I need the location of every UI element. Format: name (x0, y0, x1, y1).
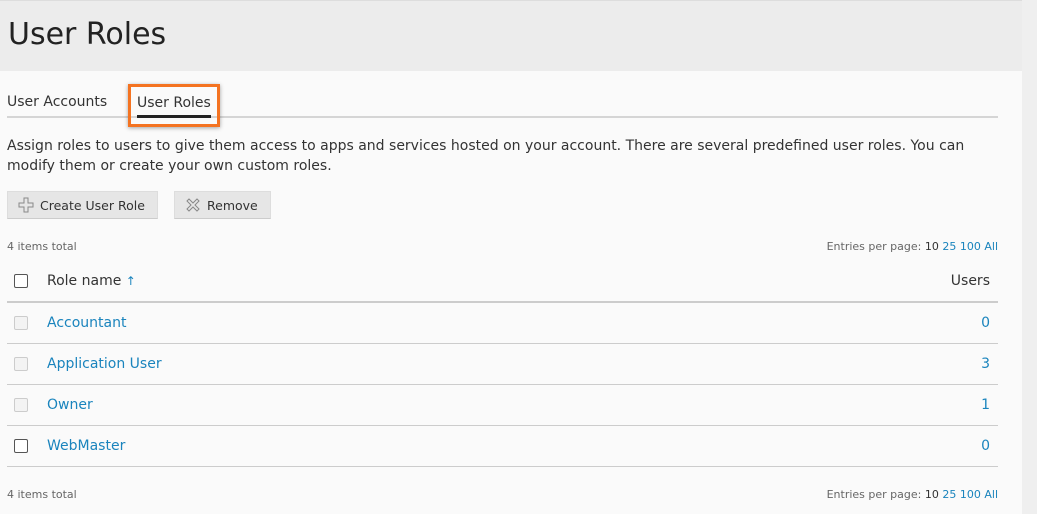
entries-100[interactable]: 100 (960, 488, 981, 501)
table-header: Role name ↑ Users (7, 260, 998, 303)
table-row: Application User 3 (7, 343, 998, 385)
row-checkbox[interactable] (14, 438, 28, 453)
entries-10[interactable]: 10 (925, 240, 939, 253)
page-header: User Roles (0, 0, 1022, 71)
role-name-link[interactable]: Application User (47, 356, 162, 372)
button-label: Remove (207, 197, 258, 213)
entries-10[interactable]: 10 (925, 488, 939, 501)
entries-all[interactable]: All (984, 488, 998, 501)
entries-25[interactable]: 25 (942, 488, 956, 501)
table-row: Owner 1 (7, 384, 998, 426)
header-label: Role name (47, 272, 122, 289)
entries-25[interactable]: 25 (942, 240, 956, 253)
entries-all[interactable]: All (984, 240, 998, 253)
users-count-link[interactable]: 1 (981, 397, 990, 413)
entries-100[interactable]: 100 (960, 240, 981, 253)
users-count-link[interactable]: 0 (981, 315, 990, 331)
button-label: Create User Role (40, 197, 145, 213)
role-name-link[interactable]: WebMaster (47, 438, 125, 454)
entries-label: Entries per page: (826, 488, 922, 501)
items-total-bottom: 4 items total (7, 488, 77, 501)
tab-user-accounts[interactable]: User Accounts (7, 94, 107, 110)
entries-per-page-bottom: Entries per page: 10 25 100 All (827, 488, 998, 501)
tab-label: User Roles (137, 95, 211, 118)
description: Assign roles to users to give them acces… (7, 138, 965, 174)
table-row: WebMaster 0 (7, 425, 998, 467)
tab-user-roles[interactable]: User Roles (128, 84, 220, 127)
entries-label: Entries per page: (826, 240, 922, 253)
tab-bar: User Accounts User Roles (7, 84, 998, 127)
column-users[interactable]: Users (720, 260, 998, 303)
entries-per-page-top: Entries per page: 10 25 100 All (827, 240, 998, 253)
role-name-link[interactable]: Owner (47, 397, 93, 413)
page-title: User Roles (8, 17, 167, 52)
row-checkbox (14, 356, 28, 371)
remove-button[interactable]: Remove (174, 191, 271, 219)
column-role-name[interactable]: Role name ↑ (47, 260, 721, 303)
users-count-link[interactable]: 3 (981, 356, 990, 372)
select-all-checkbox[interactable] (14, 273, 28, 288)
users-count-link[interactable]: 0 (981, 438, 990, 454)
plus-icon (18, 197, 34, 213)
row-checkbox (14, 397, 28, 412)
row-checkbox (14, 315, 28, 330)
table-row: Accountant 0 (7, 302, 998, 344)
remove-x-icon (186, 198, 200, 212)
main-panel: User Roles User Accounts User Roles Assi… (0, 0, 1022, 514)
role-name-link[interactable]: Accountant (47, 315, 126, 331)
items-total-top: 4 items total (7, 240, 77, 253)
sort-ascending-icon: ↑ (125, 273, 136, 288)
create-user-role-button[interactable]: Create User Role (7, 191, 158, 219)
roles-table: Role name ↑ Users Accountant 0 Applicati… (7, 260, 998, 467)
